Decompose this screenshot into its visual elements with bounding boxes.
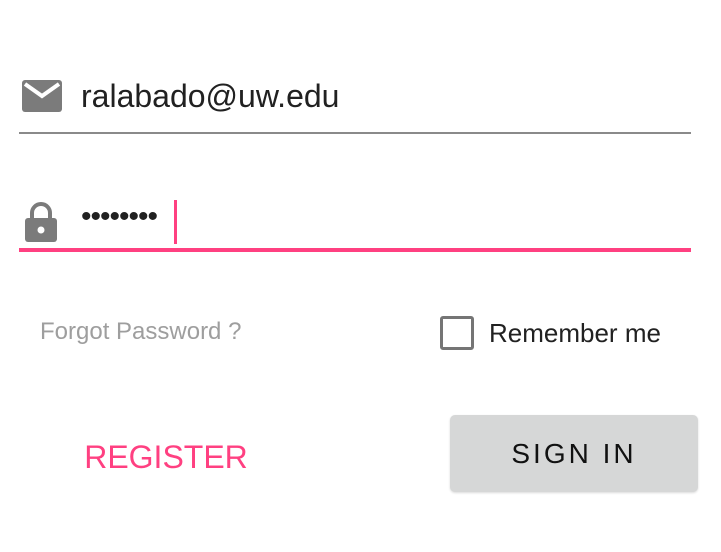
remember-me-checkbox[interactable]: Remember me: [440, 314, 680, 350]
checkbox-box[interactable]: [440, 316, 474, 350]
password-value[interactable]: ••••••••: [81, 200, 158, 234]
password-field[interactable]: ••••••••: [19, 182, 691, 254]
sign-in-button[interactable]: SIGN IN: [450, 415, 698, 492]
text-cursor: [174, 200, 177, 244]
remember-me-label[interactable]: Remember me: [489, 318, 661, 349]
mail-icon: [22, 80, 62, 117]
email-field[interactable]: ralabado@uw.edu: [19, 62, 691, 134]
register-button[interactable]: REGISTER: [60, 418, 272, 496]
email-underline: [19, 132, 691, 134]
email-value[interactable]: ralabado@uw.edu: [81, 78, 339, 115]
lock-icon: [22, 202, 60, 247]
password-underline: [19, 248, 691, 252]
forgot-password-link[interactable]: Forgot Password ?: [40, 318, 241, 346]
